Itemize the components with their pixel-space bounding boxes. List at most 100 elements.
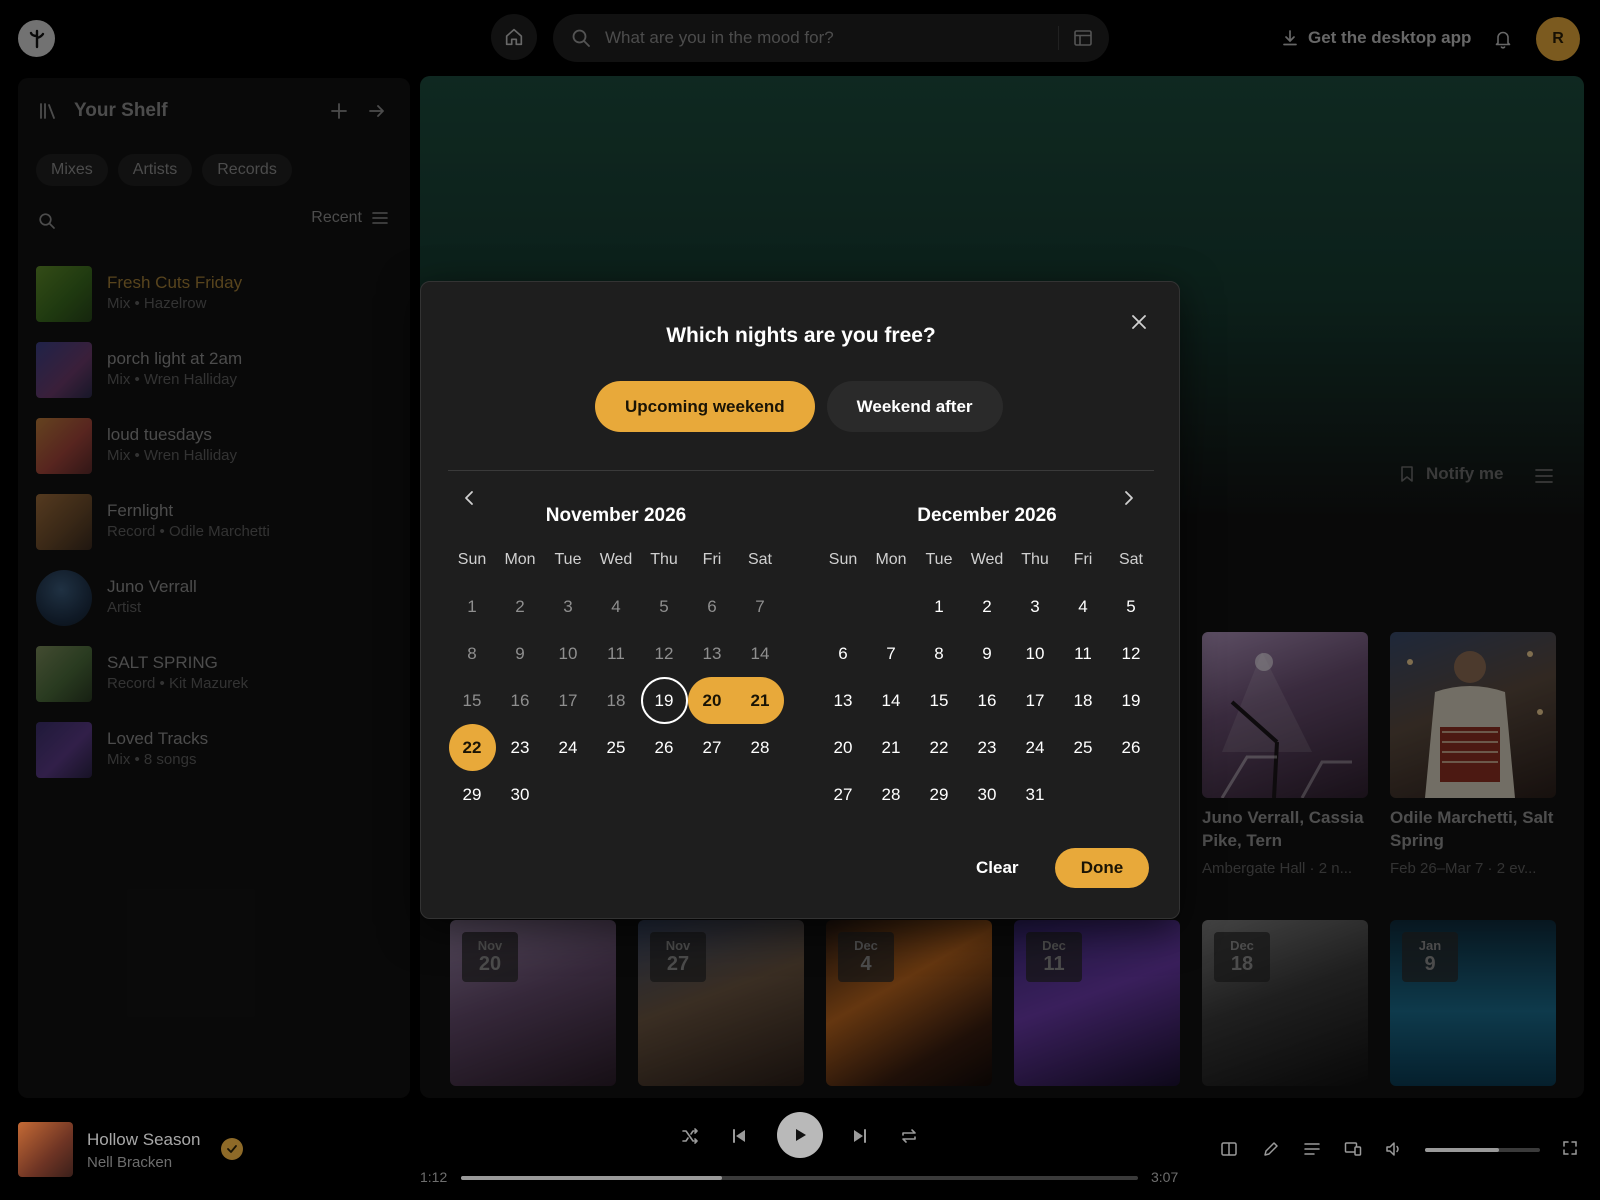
date-picker-dialog: Which nights are you free? Upcoming week… <box>420 281 1180 919</box>
calendar-day[interactable]: 7 <box>867 630 915 677</box>
calendar-day-number: 17 <box>558 690 578 710</box>
calendar-day[interactable]: 18 <box>1059 677 1107 724</box>
calendar-day-number: 20 <box>833 737 853 757</box>
shuffle-icon[interactable] <box>681 1127 699 1145</box>
calendar-day-number: 9 <box>982 643 992 663</box>
now-playing-cover[interactable] <box>18 1122 73 1177</box>
calendar-day[interactable]: 11 <box>1059 630 1107 677</box>
calendar-day[interactable]: 5 <box>1107 583 1155 630</box>
volume-slider[interactable] <box>1425 1148 1540 1152</box>
calendar-day[interactable]: 21 <box>736 677 784 724</box>
clear-button[interactable]: Clear <box>976 848 1019 888</box>
calendar-day[interactable]: 26 <box>1107 724 1155 771</box>
calendar-day: 1 <box>448 583 496 630</box>
calendar-day-number: 21 <box>881 737 901 757</box>
calendar-day: 17 <box>544 677 592 724</box>
calendar-day[interactable]: 26 <box>640 724 688 771</box>
calendar-day[interactable]: 15 <box>915 677 963 724</box>
weekday-header: Mon <box>504 551 536 568</box>
calendar-day[interactable]: 29 <box>915 771 963 818</box>
calendar-day-number: 22 <box>929 737 949 757</box>
calendar-day[interactable]: 17 <box>1011 677 1059 724</box>
calendar-day: 2 <box>496 583 544 630</box>
calendar-day: 14 <box>736 630 784 677</box>
weekday-header: Tue <box>554 551 582 568</box>
calendar-day[interactable]: 23 <box>496 724 544 771</box>
calendar-day[interactable]: 21 <box>867 724 915 771</box>
volume-icon[interactable] <box>1385 1140 1403 1158</box>
upcoming-weekend-button[interactable]: Upcoming weekend <box>595 381 815 432</box>
progress-fill <box>461 1176 722 1180</box>
calendar-day[interactable]: 13 <box>819 677 867 724</box>
calendar-day[interactable]: 24 <box>544 724 592 771</box>
calendar-day: 4 <box>592 583 640 630</box>
calendar-day[interactable]: 23 <box>963 724 1011 771</box>
calendar-day[interactable]: 4 <box>1059 583 1107 630</box>
lyrics-pen-icon[interactable] <box>1262 1140 1280 1158</box>
calendar-day-number: 29 <box>929 784 949 804</box>
calendar-day-number: 6 <box>838 643 848 663</box>
fullscreen-icon[interactable] <box>1562 1140 1578 1156</box>
calendar-day-number: 11 <box>1074 643 1092 663</box>
calendar-day[interactable]: 24 <box>1011 724 1059 771</box>
weekday-header: Wed <box>970 551 1004 568</box>
calendar-day[interactable]: 9 <box>963 630 1011 677</box>
calendar-day[interactable]: 19 <box>640 677 688 724</box>
calendar-day[interactable]: 28 <box>867 771 915 818</box>
calendar-day[interactable]: 25 <box>1059 724 1107 771</box>
calendar-day: 16 <box>496 677 544 724</box>
calendar-day[interactable]: 27 <box>819 771 867 818</box>
calendar-day[interactable]: 6 <box>819 630 867 677</box>
calendar-day-number: 9 <box>515 643 525 663</box>
calendar-day[interactable]: 30 <box>496 771 544 818</box>
now-playing-artist[interactable]: Nell Bracken <box>87 1154 172 1171</box>
calendar-day-number: 22 <box>448 724 496 771</box>
connect-device-icon[interactable] <box>1344 1140 1362 1158</box>
calendar-day[interactable]: 31 <box>1011 771 1059 818</box>
weekday-header: Sat <box>747 551 772 568</box>
calendar-day[interactable]: 2 <box>963 583 1011 630</box>
calendar-day[interactable]: 27 <box>688 724 736 771</box>
calendar-day-number: 15 <box>462 690 482 710</box>
now-playing-view-icon[interactable] <box>1220 1140 1238 1158</box>
calendar-day[interactable]: 22 <box>448 724 496 771</box>
done-button[interactable]: Done <box>1055 848 1149 888</box>
calendar-day-number: 20 <box>688 677 736 724</box>
calendar-day: 11 <box>592 630 640 677</box>
calendar-day[interactable]: 29 <box>448 771 496 818</box>
calendar-day[interactable]: 28 <box>736 724 784 771</box>
calendar-day-number: 3 <box>1030 596 1040 616</box>
weekday-header: Sat <box>1118 551 1143 568</box>
queue-icon[interactable] <box>1303 1140 1321 1158</box>
weekday-header: Tue <box>925 551 953 568</box>
calendar-day[interactable]: 22 <box>915 724 963 771</box>
calendar-day-number: 28 <box>881 784 901 804</box>
calendar-day-number: 8 <box>467 643 477 663</box>
progress-bar[interactable] <box>461 1176 1138 1180</box>
next-icon[interactable] <box>852 1127 868 1145</box>
calendar-day-number: 24 <box>1025 737 1045 757</box>
repeat-icon[interactable] <box>900 1127 918 1145</box>
calendar-day[interactable]: 12 <box>1107 630 1155 677</box>
saved-check-icon[interactable] <box>221 1138 243 1160</box>
calendar-day[interactable]: 25 <box>592 724 640 771</box>
now-playing-title[interactable]: Hollow Season <box>87 1130 200 1150</box>
volume-fill <box>1425 1148 1499 1152</box>
calendar-day[interactable]: 20 <box>688 677 736 724</box>
weekday-header: Fri <box>1073 551 1093 568</box>
calendar-day-number: 6 <box>707 596 717 616</box>
calendar-day[interactable]: 8 <box>915 630 963 677</box>
calendar-day[interactable]: 10 <box>1011 630 1059 677</box>
calendar-day-number: 26 <box>1121 737 1141 757</box>
previous-icon[interactable] <box>731 1127 747 1145</box>
calendar-day[interactable]: 1 <box>915 583 963 630</box>
calendar-day[interactable]: 16 <box>963 677 1011 724</box>
weekend-after-button[interactable]: Weekend after <box>826 381 1003 432</box>
calendar-day-number: 5 <box>1126 596 1136 616</box>
calendar-day[interactable]: 14 <box>867 677 915 724</box>
calendar-day[interactable]: 19 <box>1107 677 1155 724</box>
calendar-day[interactable]: 20 <box>819 724 867 771</box>
calendar-day[interactable]: 30 <box>963 771 1011 818</box>
play-button[interactable] <box>777 1112 823 1158</box>
calendar-day[interactable]: 3 <box>1011 583 1059 630</box>
